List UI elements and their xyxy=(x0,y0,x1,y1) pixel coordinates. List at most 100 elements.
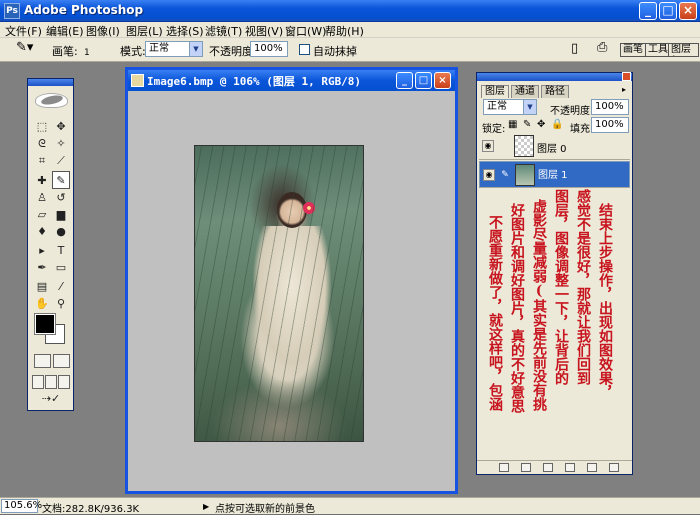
zoom-icon[interactable]: ⚲ xyxy=(52,295,70,313)
standard-mode-button[interactable] xyxy=(34,354,51,368)
new-layer-icon[interactable] xyxy=(587,463,597,472)
fill-input[interactable]: 100% xyxy=(591,117,629,133)
layer-opacity-value: 100% xyxy=(595,101,624,112)
adjustment-layer-icon[interactable] xyxy=(565,463,575,472)
fill-value: 100% xyxy=(595,119,624,130)
document-titlebar[interactable]: Image6.bmp @ 106% (图层 1, RGB/8) _ □ × xyxy=(128,70,455,91)
palette-tab-layer-comps[interactable]: 图层复 xyxy=(668,43,699,57)
crop-icon[interactable]: ⌗ xyxy=(33,152,51,170)
pen-icon[interactable]: ✒ xyxy=(33,259,51,277)
screen-mode-full-button[interactable] xyxy=(58,375,70,389)
layer-row-1[interactable]: ◉ ✎ 图层 1 xyxy=(479,161,630,188)
menu-image[interactable]: 图像(I) xyxy=(86,23,120,39)
menu-view[interactable]: 视图(V) xyxy=(245,23,283,39)
trash-icon[interactable] xyxy=(609,463,619,472)
eye-icon[interactable]: ◉ xyxy=(482,140,494,152)
menu-help[interactable]: 帮助(H) xyxy=(325,23,364,39)
menu-edit[interactable]: 编辑(E) xyxy=(46,23,84,39)
magic-wand-icon[interactable]: ✧ xyxy=(52,135,70,153)
eraser-icon[interactable]: ▱ xyxy=(33,206,51,224)
annotation-text: 结束上步操作，出现如图效果， 感觉不是很好，那就让我们回到 图层，图像调整一下，… xyxy=(480,189,630,459)
document-size-info[interactable]: 文档:282.8K/936.3K xyxy=(42,500,139,515)
eye-icon[interactable]: ◉ xyxy=(483,169,495,181)
mode-value: 正常 xyxy=(149,43,169,54)
hand-icon[interactable]: ✋ xyxy=(33,295,51,313)
foreground-color-swatch[interactable] xyxy=(34,313,56,335)
maximize-button[interactable]: □ xyxy=(659,2,677,20)
panel-menu-arrow-icon[interactable]: ▸ xyxy=(622,85,626,94)
menu-window[interactable]: 窗口(W) xyxy=(285,23,326,39)
blur-icon[interactable]: ♦ xyxy=(33,223,51,241)
close-button[interactable]: × xyxy=(679,2,697,20)
layer-style-icon[interactable] xyxy=(499,463,509,472)
note-column: 感觉不是很好，那就让我们回到 xyxy=(575,189,591,385)
note-column: 图层，图像调整一下，让背后的 xyxy=(553,189,569,385)
doc-maximize-button[interactable]: □ xyxy=(415,72,432,89)
menu-layer[interactable]: 图层(L) xyxy=(126,23,163,39)
screen-mode-full-menu-button[interactable] xyxy=(45,375,57,389)
blend-mode-select[interactable]: 正常 ▼ xyxy=(483,99,537,115)
canvas-photo[interactable] xyxy=(194,145,364,442)
gradient-icon[interactable]: ▆ xyxy=(52,206,70,224)
healing-icon[interactable]: ✚ xyxy=(33,172,51,190)
brush-icon[interactable]: ✎ xyxy=(52,171,70,189)
canvas-area[interactable] xyxy=(128,91,455,491)
quickmask-mode-button[interactable] xyxy=(53,354,70,368)
opacity-value: 100% xyxy=(254,43,283,54)
lock-image-icon[interactable]: ✎ xyxy=(523,119,531,130)
zoom-field[interactable]: 105.6% xyxy=(1,499,42,513)
tools-palette-titlebar[interactable] xyxy=(28,79,73,86)
tab-channels[interactable]: 通道 xyxy=(511,85,539,98)
status-bar: 105.6% 文档:282.8K/936.3K ▶ 点按可选取新的前景色 xyxy=(0,497,700,515)
mode-select[interactable]: 正常 ▼ xyxy=(145,41,203,57)
marquee-icon[interactable]: ⬚ xyxy=(33,118,51,136)
lasso-icon[interactable]: ᘓ xyxy=(33,135,51,153)
move-icon[interactable]: ✥ xyxy=(52,118,70,136)
doc-close-button[interactable]: × xyxy=(434,72,451,89)
path-select-icon[interactable]: ▸ xyxy=(33,242,51,260)
notes-icon[interactable]: ▤ xyxy=(33,278,51,296)
lock-all-icon[interactable]: 🔒 xyxy=(551,119,563,130)
title-bar: Ps Adobe Photoshop _ □ × xyxy=(0,0,700,22)
dodge-icon[interactable]: ● xyxy=(52,223,70,241)
print-icon[interactable]: ⎙ xyxy=(597,40,607,55)
menu-filter[interactable]: 滤镜(T) xyxy=(205,23,242,39)
brush-size[interactable]: 1 xyxy=(84,48,90,58)
screen-mode-standard-button[interactable] xyxy=(32,375,44,389)
history-brush-icon[interactable]: ↺ xyxy=(52,189,70,207)
eyedropper-icon[interactable]: ⁄ xyxy=(52,278,70,296)
lock-transparent-icon[interactable]: ▦ xyxy=(508,119,517,130)
tab-paths[interactable]: 路径 xyxy=(541,85,569,98)
photo-grass-overlay xyxy=(195,146,363,441)
feather-logo-icon[interactable] xyxy=(35,93,68,108)
layer-name: 图层 0 xyxy=(537,144,567,155)
layer-opacity-input[interactable]: 100% xyxy=(591,99,629,115)
minimize-button[interactable]: _ xyxy=(639,2,657,20)
palette-tab-brushes[interactable]: 画笔 xyxy=(620,43,646,57)
tab-layers[interactable]: 图层 xyxy=(481,85,509,98)
mode-label: 模式: xyxy=(120,45,146,58)
layer-row-0[interactable]: ◉ 图层 0 xyxy=(479,133,630,160)
jump-to-imageready-icon[interactable]: ⇢✓ xyxy=(34,390,68,408)
layer-mask-icon[interactable] xyxy=(521,463,531,472)
shape-icon[interactable]: ▭ xyxy=(52,259,70,277)
chevron-down-icon: ▼ xyxy=(523,100,536,114)
opacity-input[interactable]: 100% xyxy=(250,41,288,57)
slice-icon[interactable]: ⟋ xyxy=(52,152,70,170)
note-column: 虚影尽量减弱(其实是先前没有挑 xyxy=(531,199,547,411)
type-icon[interactable]: T xyxy=(52,242,70,260)
document-icon[interactable]: ▯ xyxy=(571,41,578,56)
brush-tool-icon[interactable]: ✎▾ xyxy=(16,40,33,55)
menu-file[interactable]: 文件(F) xyxy=(5,23,42,39)
layers-panel: 图层 通道 路径 ▸ 正常 ▼ 不透明度: 100% 锁定: ▦ ✎ ✥ 🔒 填… xyxy=(476,72,633,475)
lock-position-icon[interactable]: ✥ xyxy=(537,119,545,130)
menu-select[interactable]: 选择(S) xyxy=(166,23,204,39)
layers-panel-titlebar[interactable] xyxy=(477,72,632,81)
auto-erase-checkbox[interactable] xyxy=(299,44,310,55)
doc-minimize-button[interactable]: _ xyxy=(396,72,413,89)
layer-thumbnail xyxy=(515,164,535,186)
stamp-icon[interactable]: ♙ xyxy=(33,189,51,207)
layers-panel-close-icon[interactable] xyxy=(622,72,631,81)
blend-mode-value: 正常 xyxy=(487,101,507,112)
layer-set-icon[interactable] xyxy=(543,463,553,472)
